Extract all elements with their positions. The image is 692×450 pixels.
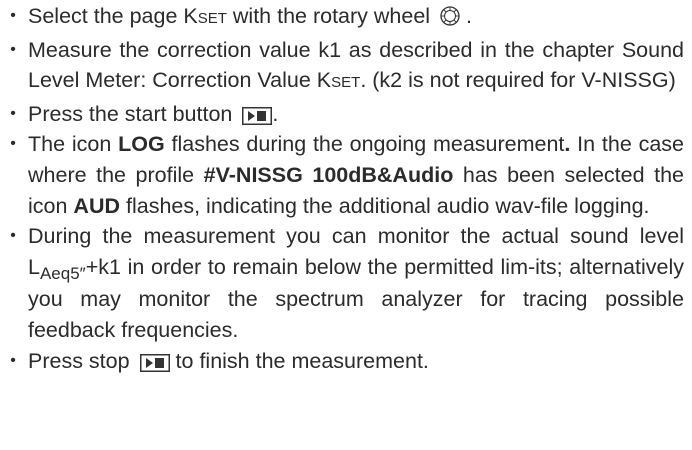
profile-name: #V-NISSG 100dB&Audio xyxy=(203,162,454,187)
list-item: • The icon LOG flashes during the ongoin… xyxy=(0,129,684,221)
k-label: SET xyxy=(197,10,227,27)
bullet: • xyxy=(10,104,16,122)
play-stop-icon xyxy=(242,103,273,126)
step-text: Press stop xyxy=(28,348,130,373)
step-text: Press the start button xyxy=(28,101,233,126)
step-text: . xyxy=(460,4,473,28)
list-item: • Measure the correction value k1 as des… xyxy=(0,35,684,99)
step-text: Select the page K xyxy=(28,4,198,28)
subscript: Aeq5″ xyxy=(39,263,86,283)
step-text: flashes during the ongoing measurement xyxy=(164,132,565,157)
bullet: • xyxy=(10,351,16,369)
bullet: • xyxy=(10,7,16,24)
aud-icon-label: AUD xyxy=(73,193,121,218)
step-text: flashes, indicating the additional audio… xyxy=(120,193,650,218)
log-icon-label: LOG xyxy=(118,132,165,157)
instruction-page: • Select the page KSET with the rotary w… xyxy=(0,0,692,450)
bullet: • xyxy=(10,135,16,153)
step-text: +k1 in order to remain below the permitt… xyxy=(28,254,684,342)
list-item: • During the measurement you can monitor… xyxy=(0,221,684,345)
rotary-wheel-icon xyxy=(440,4,460,26)
step-text: to finish the measurement. xyxy=(169,348,429,373)
step-list: • Select the page KSET with the rotary w… xyxy=(0,1,684,376)
bullet: • xyxy=(10,40,16,58)
list-item: • Select the page KSET with the rotary w… xyxy=(0,1,684,35)
step-text: The icon xyxy=(28,132,119,157)
step-text: with the rotary wheel xyxy=(226,4,431,28)
play-stop-icon xyxy=(139,350,170,372)
list-item: • Press stop to finish the measurement. xyxy=(0,346,684,377)
bullet: • xyxy=(10,227,16,245)
list-item: • Press the start button . xyxy=(0,99,684,130)
step-text: . xyxy=(272,101,279,126)
step-text: . (k2 is not required for V-NISSG) xyxy=(360,68,676,93)
k-label: SET xyxy=(331,74,361,92)
